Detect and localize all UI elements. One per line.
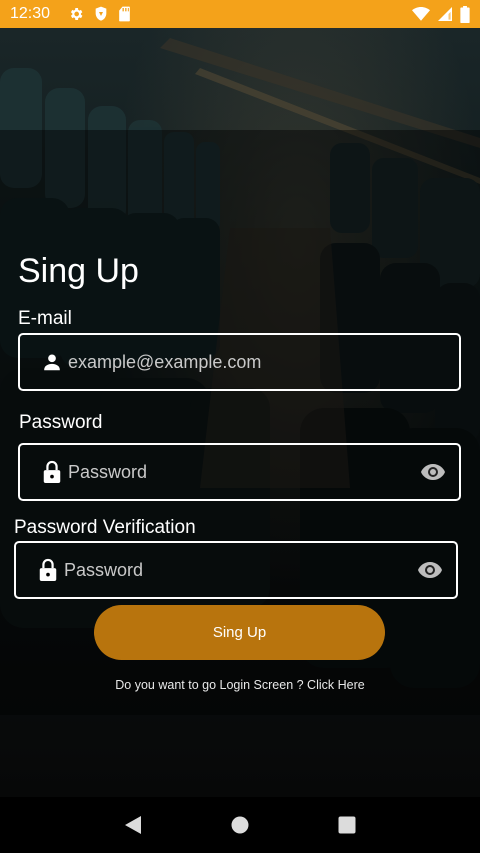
wifi-icon xyxy=(412,6,430,22)
email-field[interactable] xyxy=(18,333,461,391)
page-title: Sing Up xyxy=(18,252,139,290)
lock-icon xyxy=(40,460,64,484)
eye-icon[interactable] xyxy=(416,556,444,584)
email-input[interactable] xyxy=(68,351,459,373)
eye-icon[interactable] xyxy=(419,458,447,486)
settings-icon xyxy=(68,6,84,22)
lock-icon xyxy=(36,558,60,582)
person-icon xyxy=(40,350,64,374)
back-icon[interactable] xyxy=(113,805,153,845)
signup-button[interactable]: Sing Up xyxy=(94,605,385,660)
email-label: E-mail xyxy=(18,308,72,329)
password-label: Password xyxy=(19,412,103,433)
signal-icon xyxy=(438,6,452,22)
home-icon[interactable] xyxy=(220,805,260,845)
password-field[interactable] xyxy=(18,443,461,501)
navigation-bar xyxy=(0,797,480,853)
password-input[interactable] xyxy=(68,461,419,483)
battery-icon xyxy=(460,5,470,23)
sd-card-icon xyxy=(118,6,131,22)
status-time: 12:30 xyxy=(10,5,51,22)
login-link[interactable]: Do you want to go Login Screen ? Click H… xyxy=(0,678,480,692)
shield-icon xyxy=(94,6,108,22)
verify-input[interactable] xyxy=(64,559,416,581)
recents-icon[interactable] xyxy=(327,805,367,845)
verify-label: Password Verification xyxy=(14,517,196,538)
verify-field[interactable] xyxy=(14,541,458,599)
status-bar: 12:30 xyxy=(0,0,480,28)
